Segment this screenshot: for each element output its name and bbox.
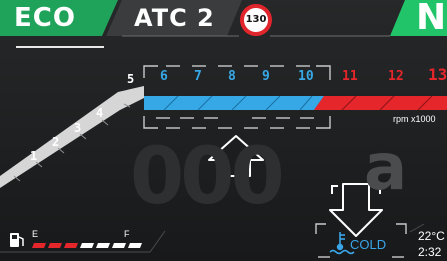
rpm-label-8: 8 — [228, 69, 236, 84]
rpm-label-12: 12 — [388, 69, 404, 84]
riding-mode-label: ECO — [14, 3, 76, 33]
rpm-unit-label: rpm x1000 — [393, 114, 436, 124]
gear-indicator: N — [416, 0, 447, 38]
ambient-temperature: 22°C — [418, 229, 445, 243]
rpm-high-band — [314, 96, 447, 110]
rpm-label-10: 10 — [298, 69, 314, 84]
fuel-full-label: F — [124, 229, 130, 239]
rpm-label-6: 6 — [160, 69, 168, 84]
traction-control-label: ATC 2 — [134, 4, 215, 32]
rpm-label-9: 9 — [262, 69, 270, 84]
clock-time: 2:32 — [418, 245, 442, 259]
rpm-label-13: 13 — [428, 65, 447, 84]
speed-limit-value: 130 — [245, 14, 267, 25]
rpm-label-4: 4 — [96, 106, 104, 120]
rpm-label-1: 1 — [30, 149, 38, 163]
rpm-label-11: 11 — [342, 69, 358, 84]
rpm-label-3: 3 — [74, 121, 82, 135]
rpm-label-5: 5 — [127, 72, 135, 86]
coolant-status-label: COLD — [350, 237, 387, 252]
rpm-label-2: 2 — [52, 135, 60, 149]
speed-readout: 000 — [130, 132, 285, 222]
fuel-empty-label: E — [32, 229, 39, 239]
instrument-cluster: ECO ATC 2 130 N 1 2 3 4 5 6 7 8 9 10 11 … — [0, 0, 447, 261]
rpm-label-7: 7 — [194, 69, 202, 84]
speed-readout-partial: a — [364, 131, 407, 205]
